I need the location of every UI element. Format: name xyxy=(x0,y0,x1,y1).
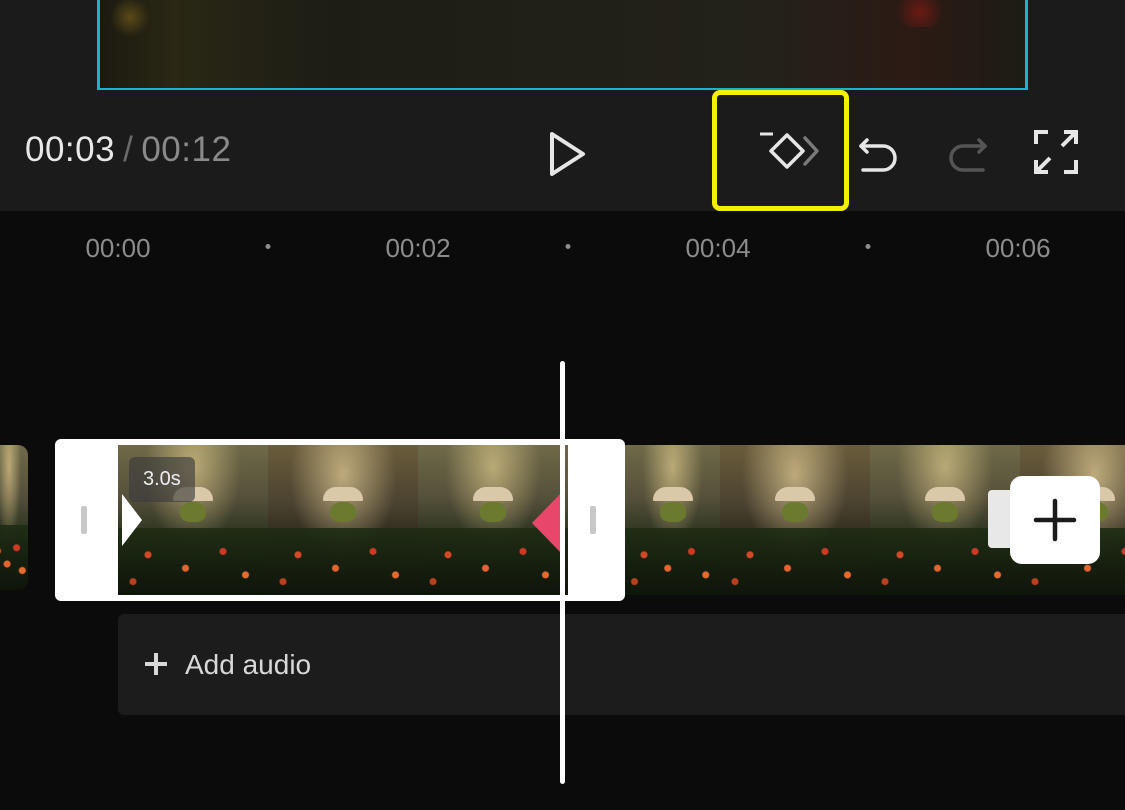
clip-thumbnail xyxy=(720,445,870,595)
preview-highlight xyxy=(890,0,950,27)
clip-duration-badge: 3.0s xyxy=(129,457,195,502)
undo-button[interactable] xyxy=(852,128,904,180)
fullscreen-button[interactable] xyxy=(1030,126,1082,178)
add-keyframe-icon xyxy=(759,132,819,169)
redo-button[interactable] xyxy=(942,128,994,180)
time-separator: / xyxy=(123,130,134,169)
total-duration: 00:12 xyxy=(141,130,232,169)
ruler-label: 00:02 xyxy=(385,233,451,263)
ruler-label: 00:00 xyxy=(85,233,151,263)
ruler-dot xyxy=(865,244,871,249)
video-preview-area xyxy=(0,0,1125,91)
ruler-label: 00:06 xyxy=(985,233,1051,263)
preview-highlight xyxy=(110,0,150,37)
ruler-label: 00:04 xyxy=(685,233,751,263)
timeline-ruler[interactable]: 00:00 00:02 00:04 00:06 xyxy=(0,211,1125,281)
clip-trim-handle-right[interactable] xyxy=(590,506,596,534)
play-icon xyxy=(550,132,585,176)
playback-control-bar: 00:03/00:12 xyxy=(0,90,1125,211)
clip-thumbnail xyxy=(268,445,418,595)
undo-icon xyxy=(859,138,897,172)
plus-icon xyxy=(1033,498,1077,542)
ruler-dot xyxy=(565,244,571,249)
add-audio-track[interactable]: Add audio xyxy=(118,614,1125,715)
add-audio-label: Add audio xyxy=(185,649,312,680)
play-button[interactable] xyxy=(536,124,596,184)
clip-thumbnail xyxy=(625,445,720,595)
add-clip-tab xyxy=(988,490,1012,548)
previous-clip[interactable] xyxy=(0,445,28,590)
timecode-display: 00:03/00:12 xyxy=(25,130,231,170)
plus-icon xyxy=(145,653,167,675)
fullscreen-icon xyxy=(1034,130,1078,174)
ruler-dot xyxy=(265,244,271,249)
add-keyframe-button[interactable] xyxy=(750,122,825,182)
clip-trim-handle-left[interactable] xyxy=(81,506,87,534)
redo-icon xyxy=(949,138,987,172)
playhead[interactable] xyxy=(560,361,565,784)
video-preview-frame[interactable] xyxy=(97,0,1028,91)
current-time: 00:03 xyxy=(25,130,116,169)
add-clip-button[interactable] xyxy=(1010,476,1100,564)
